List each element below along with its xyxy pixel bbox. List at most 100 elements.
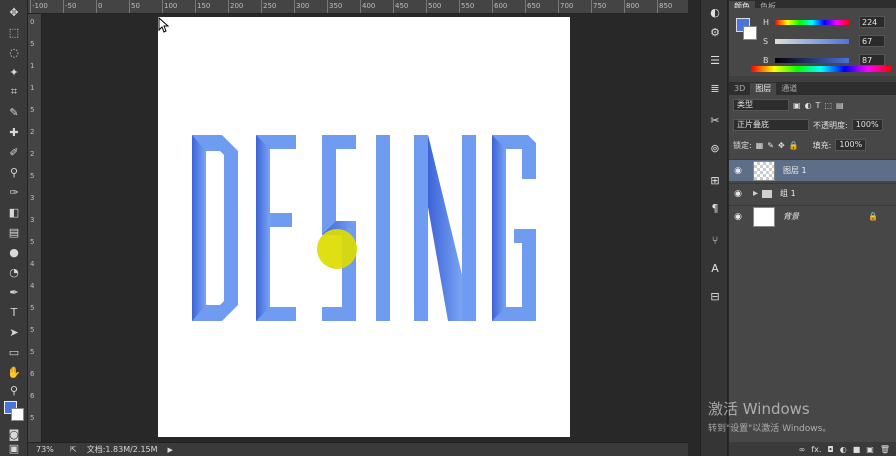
layer-row[interactable]: ◉ 图层 1	[729, 159, 896, 181]
filter-adjust-icon[interactable]: ◐	[805, 101, 812, 110]
panel-dock-strip: ◐ ⚙ ☰ ≣ ✂ ⊚ ⊞ ¶ ⑂ A ⊟	[700, 0, 728, 456]
ruler-tick-label: -100	[32, 2, 48, 10]
new-group-icon[interactable]: ■	[853, 445, 861, 454]
document-canvas[interactable]	[158, 17, 570, 437]
export-icon[interactable]: ⇱	[70, 445, 77, 454]
visibility-eye-icon[interactable]: ◉	[729, 166, 747, 176]
eyedropper-tool-icon[interactable]: ✎	[4, 104, 24, 120]
screen-mode-icon[interactable]: ▣	[4, 440, 24, 456]
lock-position-icon[interactable]: ✥	[778, 141, 785, 150]
actions-icon[interactable]: ⊞	[707, 172, 723, 188]
blend-mode-select[interactable]: 正片叠底	[733, 119, 809, 131]
color-panel-background[interactable]	[743, 26, 757, 40]
group-expand-chevron-icon[interactable]: ▸	[753, 188, 758, 199]
new-layer-icon[interactable]: ▣	[866, 445, 874, 454]
background-color-swatch[interactable]	[11, 408, 24, 421]
status-menu-arrow-icon[interactable]: ▶	[168, 446, 173, 454]
marquee-tool-icon[interactable]: ⬚	[4, 24, 24, 40]
link-layers-icon[interactable]: ∞	[799, 445, 806, 454]
brush-settings-icon[interactable]: ✂	[707, 112, 723, 128]
tab-3d[interactable]: 3D	[729, 83, 750, 95]
layer-name[interactable]: 图层 1	[783, 165, 807, 176]
color-panel: H 224 S 67 B 87	[729, 8, 896, 76]
lasso-tool-icon[interactable]: ◌	[4, 44, 24, 60]
hue-value[interactable]: 224	[859, 16, 885, 28]
brightness-slider[interactable]	[775, 57, 849, 63]
ruler-tick	[525, 0, 526, 13]
type-tool-icon[interactable]: T	[4, 304, 24, 320]
rectangle-tool-icon[interactable]: ▭	[4, 344, 24, 360]
zoom-level[interactable]: 73%	[36, 445, 60, 454]
saturation-slider[interactable]	[775, 38, 849, 44]
opacity-input[interactable]: 100%	[851, 119, 883, 131]
gradient-tool-icon[interactable]: ▤	[4, 224, 24, 240]
ruler-tick-label: 250	[263, 2, 277, 10]
color-spectrum-bar[interactable]	[751, 66, 891, 72]
brightness-value[interactable]: 87	[859, 54, 885, 66]
zoom-tool-icon[interactable]: ⚲	[4, 382, 24, 398]
layer-filter-select[interactable]: 类型	[733, 99, 789, 111]
properties-icon[interactable]: ⊟	[707, 288, 723, 304]
watermark-subtitle: 转到"设置"以激活 Windows。	[708, 424, 832, 434]
brush-presets-icon[interactable]: ⑂	[707, 232, 723, 248]
color-panel-icon[interactable]: ◐	[707, 4, 723, 20]
ruler-tick	[492, 0, 493, 13]
ruler-tick-label: 300	[296, 2, 310, 10]
filter-shape-icon[interactable]: ⬚	[824, 101, 832, 110]
hue-slider[interactable]	[775, 19, 849, 25]
clone-source-icon[interactable]: ⊚	[707, 140, 723, 156]
blur-tool-icon[interactable]: ●	[4, 244, 24, 260]
add-mask-icon[interactable]: ◘	[827, 445, 833, 454]
lock-paint-icon[interactable]: ✎	[767, 141, 774, 150]
ruler-tick-label: 150	[197, 2, 211, 10]
hand-tool-icon[interactable]: ✋	[4, 364, 24, 380]
fill-label: 填充:	[812, 140, 832, 150]
layer-name[interactable]: 组 1	[780, 188, 796, 199]
visibility-eye-icon[interactable]: ◉	[729, 212, 747, 222]
ruler-tick-label: 2	[30, 128, 35, 136]
magic-wand-tool-icon[interactable]: ✦	[4, 64, 24, 80]
vertical-ruler: 0 5 1 1 5 2 2 5 3 3 5 4 4 5 5 5 6 6 5	[28, 14, 42, 442]
ruler-tick-label: 5	[30, 348, 35, 356]
tab-layers[interactable]: 图层	[750, 83, 777, 95]
visibility-eye-icon[interactable]: ◉	[729, 189, 747, 199]
pen-tool-icon[interactable]: ✒	[4, 284, 24, 300]
tab-channels[interactable]: 通道	[776, 83, 802, 95]
right-panels: 颜色 色板 H 224 S 67 B 87 3D 图层 通道 类型 ▣ ◐ T …	[729, 0, 896, 456]
ruler-tick	[591, 0, 592, 13]
history-brush-tool-icon[interactable]: ✑	[4, 184, 24, 200]
paragraph-icon[interactable]: ¶	[707, 200, 723, 216]
dodge-tool-icon[interactable]: ◔	[4, 264, 24, 280]
move-tool-icon[interactable]: ✥	[4, 4, 24, 20]
ruler-tick	[657, 0, 658, 13]
ruler-tick	[558, 0, 559, 13]
clone-stamp-tool-icon[interactable]: ⚲	[4, 164, 24, 180]
character-icon[interactable]: A	[707, 260, 723, 276]
status-bar: 73% ⇱ 文档:1.83M/2.15M ▶	[28, 442, 688, 456]
lock-pixels-icon[interactable]: ▦	[756, 141, 764, 150]
tool-presets-icon[interactable]: ⚙	[707, 24, 723, 40]
ruler-tick-label: 5	[30, 106, 35, 114]
adjustment-layer-icon[interactable]: ◐	[840, 445, 847, 454]
fill-input[interactable]: 100%	[835, 139, 867, 151]
layer-row[interactable]: ◉ 背景 🔒	[729, 205, 896, 227]
layer-name[interactable]: 背景	[783, 211, 799, 222]
lock-all-icon[interactable]: 🔒	[789, 141, 799, 150]
delete-layer-icon[interactable]: 🗑	[880, 445, 890, 454]
lock-icon: 🔒	[868, 212, 878, 221]
saturation-value[interactable]: 67	[859, 35, 885, 47]
crop-tool-icon[interactable]: ⌗	[4, 84, 24, 100]
brush-tool-icon[interactable]: ✐	[4, 144, 24, 160]
path-selection-tool-icon[interactable]: ➤	[4, 324, 24, 340]
history-icon[interactable]: ≣	[707, 80, 723, 96]
filter-type-icon[interactable]: T	[816, 101, 821, 110]
filter-pixel-icon[interactable]: ▣	[793, 101, 801, 110]
adjustments-icon[interactable]: ☰	[707, 52, 723, 68]
eraser-tool-icon[interactable]: ◧	[4, 204, 24, 220]
document-workspace[interactable]	[42, 14, 688, 442]
layer-style-icon[interactable]: fx.	[811, 445, 821, 454]
ruler-tick	[63, 0, 64, 13]
filter-smart-icon[interactable]: ▤	[836, 101, 844, 110]
layer-row[interactable]: ◉ ▸ 组 1	[729, 183, 896, 203]
healing-brush-tool-icon[interactable]: ✚	[4, 124, 24, 140]
